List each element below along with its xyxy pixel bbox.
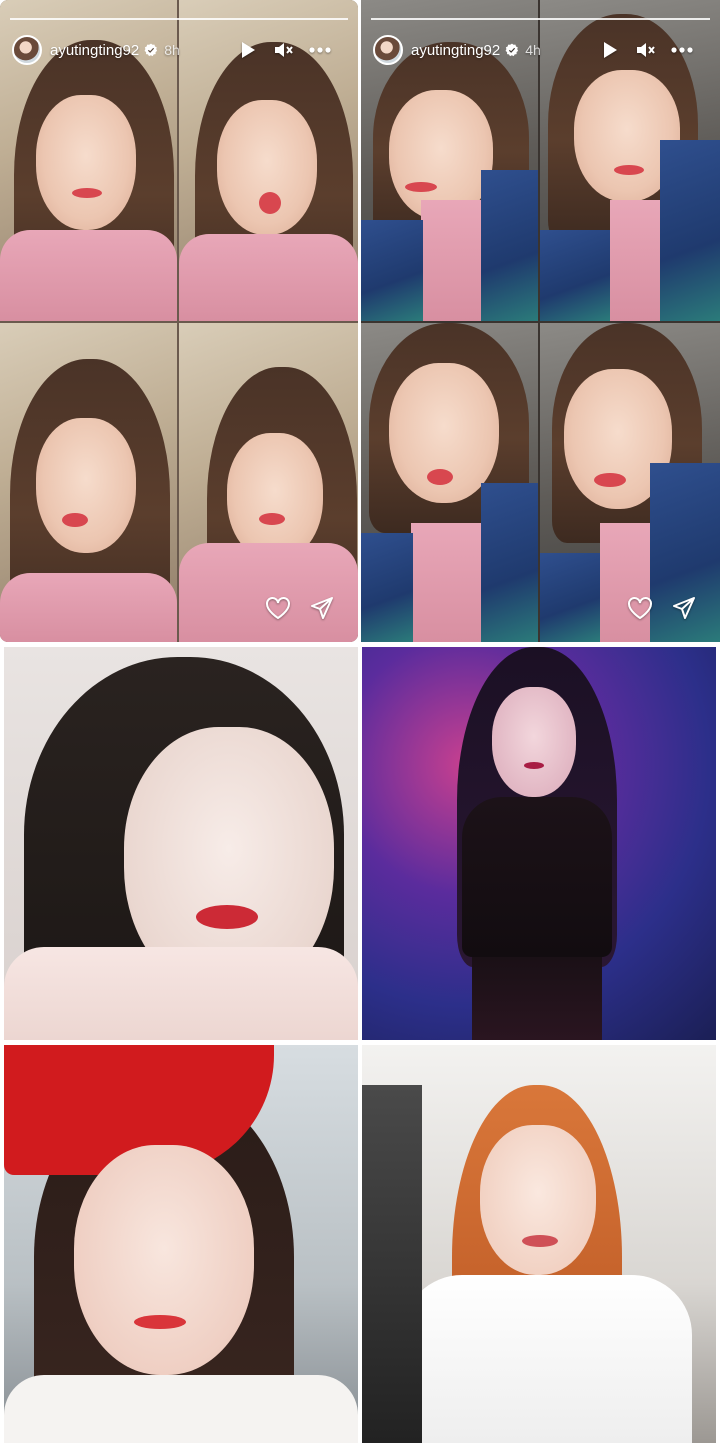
heart-icon bbox=[266, 597, 290, 620]
avatar[interactable] bbox=[12, 35, 42, 65]
story-footer bbox=[626, 594, 698, 622]
play-button[interactable] bbox=[596, 34, 624, 66]
heart-icon bbox=[628, 597, 652, 620]
story-timestamp: 8h bbox=[164, 42, 180, 58]
share-button[interactable] bbox=[308, 594, 336, 622]
more-icon bbox=[309, 47, 331, 53]
story-photo-bottom-left bbox=[0, 323, 177, 642]
comparison-photo-3 bbox=[4, 1045, 358, 1443]
story-photo-bottom-left bbox=[361, 323, 538, 642]
play-button[interactable] bbox=[234, 34, 262, 66]
story-panel-right[interactable]: ayutingting92 4h bbox=[361, 0, 720, 642]
more-icon bbox=[671, 47, 693, 53]
verified-badge-icon bbox=[505, 43, 519, 57]
more-options-button[interactable] bbox=[306, 34, 334, 66]
mute-icon bbox=[275, 43, 293, 57]
mute-icon bbox=[637, 43, 655, 57]
comparison-photo-4 bbox=[362, 1045, 716, 1443]
story-progress-bar bbox=[10, 18, 348, 20]
verified-badge-icon bbox=[144, 43, 158, 57]
story-timestamp: 4h bbox=[525, 42, 541, 58]
mute-button[interactable] bbox=[270, 34, 298, 66]
mute-button[interactable] bbox=[632, 34, 660, 66]
story-header: ayutingting92 4h bbox=[373, 34, 708, 66]
username[interactable]: ayutingting92 bbox=[411, 42, 500, 59]
play-icon bbox=[604, 42, 617, 58]
story-panel-left[interactable]: ayutingting92 8h bbox=[0, 0, 358, 642]
story-header: ayutingting92 8h bbox=[12, 34, 346, 66]
username[interactable]: ayutingting92 bbox=[50, 42, 139, 59]
story-progress-bar bbox=[371, 18, 710, 20]
comparison-photo-1 bbox=[4, 647, 358, 1040]
avatar[interactable] bbox=[373, 35, 403, 65]
send-icon bbox=[311, 597, 333, 619]
play-icon bbox=[242, 42, 255, 58]
comparison-photo-2 bbox=[362, 647, 716, 1040]
like-button[interactable] bbox=[264, 594, 292, 622]
like-button[interactable] bbox=[626, 594, 654, 622]
story-footer bbox=[264, 594, 336, 622]
more-options-button[interactable] bbox=[668, 34, 696, 66]
share-button[interactable] bbox=[670, 594, 698, 622]
send-icon bbox=[673, 597, 695, 619]
